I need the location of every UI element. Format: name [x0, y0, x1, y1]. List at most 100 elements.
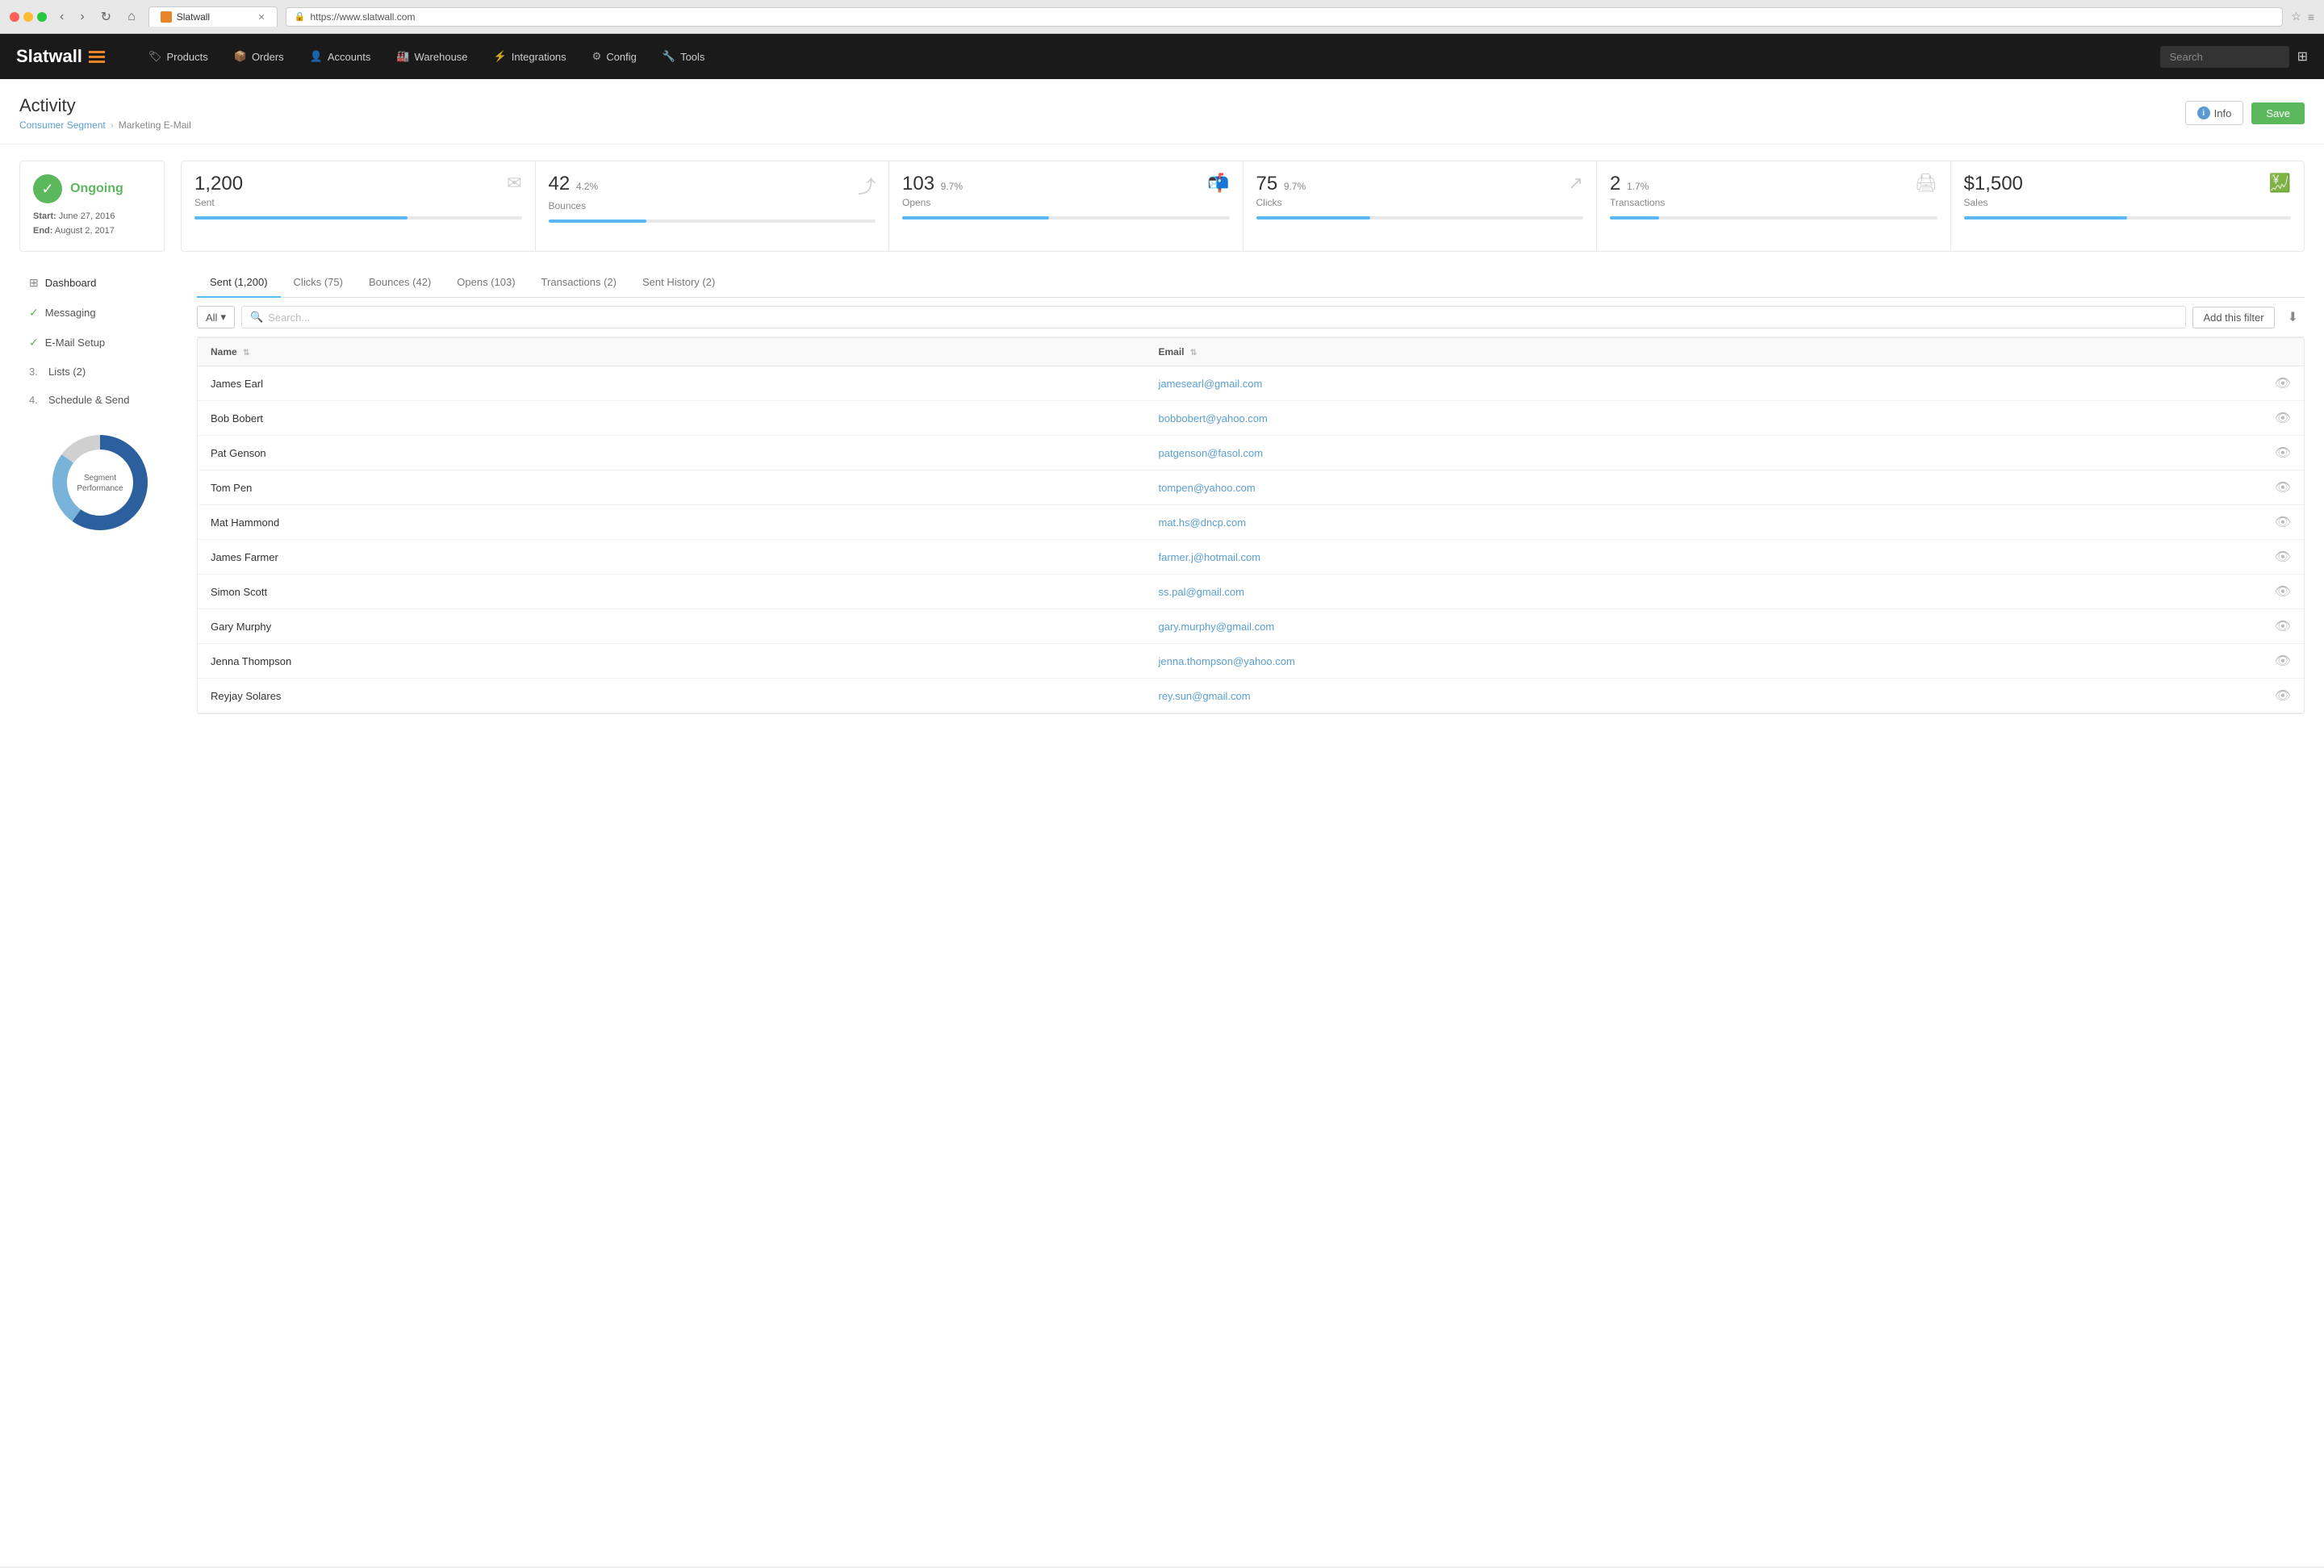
cell-name: James Farmer	[198, 540, 1146, 575]
lock-icon: 🔒	[295, 11, 306, 22]
metric-bounces-values: 42 4.2%	[549, 173, 599, 195]
cell-action[interactable]: 👁	[2093, 366, 2304, 401]
nav-orders-label: Orders	[252, 51, 284, 63]
breadcrumb-consumer-segment[interactable]: Consumer Segment	[19, 119, 106, 131]
nav-tools-label: Tools	[680, 51, 704, 63]
cell-email[interactable]: patgenson@fasol.com	[1146, 436, 2094, 470]
config-icon: ⚙	[592, 50, 602, 63]
sent-icon: ✉	[507, 173, 521, 194]
tab-bounces[interactable]: Bounces (42)	[356, 268, 444, 298]
metric-clicks-bar	[1256, 216, 1584, 220]
search-icon-small: 🔍	[250, 311, 263, 324]
integrations-icon: ⚡	[494, 50, 507, 63]
end-label: End:	[33, 226, 52, 236]
status-card: ✓ Ongoing Start: June 27, 2016 End: Augu…	[19, 161, 165, 252]
cell-email[interactable]: ss.pal@gmail.com	[1146, 575, 2094, 609]
sidebar-lists-label: Lists (2)	[48, 366, 86, 378]
page-title: Activity	[19, 95, 191, 116]
metric-bounces-label: Bounces	[549, 200, 876, 211]
close-dot[interactable]	[10, 12, 19, 22]
address-bar[interactable]: 🔒 https://www.slatwall.com	[286, 7, 2284, 27]
cell-action[interactable]: 👁	[2093, 644, 2304, 679]
browser-dots	[10, 12, 47, 22]
cell-email[interactable]: farmer.j@hotmail.com	[1146, 540, 2094, 575]
tab-opens[interactable]: Opens (103)	[444, 268, 528, 298]
nav-tools[interactable]: 🔧 Tools	[651, 45, 717, 68]
accounts-icon: 👤	[310, 50, 323, 63]
back-button[interactable]: ‹	[55, 8, 69, 26]
cell-email[interactable]: rey.sun@gmail.com	[1146, 679, 2094, 713]
tab-close-icon[interactable]: ✕	[258, 12, 265, 23]
info-button[interactable]: i Info	[2185, 101, 2244, 125]
tab-sent[interactable]: Sent (1,200)	[197, 268, 281, 298]
metric-clicks-values: 75 9.7%	[1256, 173, 1306, 195]
svg-text:Segment: Segment	[84, 474, 116, 483]
cell-action[interactable]: 👁	[2093, 470, 2304, 505]
cell-name: Simon Scott	[198, 575, 1146, 609]
lists-num: 3.	[29, 366, 42, 378]
info-icon: i	[2197, 107, 2210, 119]
cell-name: Bob Bobert	[198, 401, 1146, 436]
nav-warehouse[interactable]: 🏭 Warehouse	[385, 45, 479, 68]
sidebar-item-email-setup[interactable]: ✓ E-Mail Setup	[19, 328, 181, 358]
search-icon[interactable]: ⊞	[2297, 48, 2308, 65]
cell-action[interactable]: 👁	[2093, 401, 2304, 436]
sidebar-item-schedule[interactable]: 4. Schedule & Send	[19, 386, 181, 414]
tab-clicks[interactable]: Clicks (75)	[281, 268, 356, 298]
table-row: Bob Bobert bobbobert@yahoo.com 👁	[198, 401, 2304, 436]
orders-icon: 📦	[234, 50, 247, 63]
table-row: Gary Murphy gary.murphy@gmail.com 👁	[198, 609, 2304, 644]
cell-email[interactable]: bobbobert@yahoo.com	[1146, 401, 2094, 436]
forward-button[interactable]: ›	[75, 8, 89, 26]
refresh-button[interactable]: ↻	[96, 7, 116, 27]
metric-sent-bar	[194, 216, 522, 220]
bookmark-button[interactable]: ☆	[2291, 10, 2301, 23]
settings-button[interactable]: ≡	[2308, 10, 2314, 23]
nav-accounts[interactable]: 👤 Accounts	[299, 45, 382, 68]
col-header-name[interactable]: Name ⇅	[198, 338, 1146, 366]
metric-bounces-bar-fill	[549, 220, 647, 223]
add-filter-button[interactable]: Add this filter	[2192, 307, 2274, 328]
minimize-dot[interactable]	[23, 12, 33, 22]
cell-name: Reyjay Solares	[198, 679, 1146, 713]
cell-email[interactable]: jamesearl@gmail.com	[1146, 366, 2094, 401]
nav-config[interactable]: ⚙ Config	[581, 45, 648, 68]
cell-email[interactable]: gary.murphy@gmail.com	[1146, 609, 2094, 644]
cell-action[interactable]: 👁	[2093, 540, 2304, 575]
nav-integrations[interactable]: ⚡ Integrations	[483, 45, 578, 68]
filter-select[interactable]: All ▾	[197, 306, 235, 328]
nav-orders[interactable]: 📦 Orders	[223, 45, 295, 68]
cell-email[interactable]: jenna.thompson@yahoo.com	[1146, 644, 2094, 679]
cell-action[interactable]: 👁	[2093, 436, 2304, 470]
metric-sent: 1,200 ✉ Sent	[182, 161, 536, 251]
sidebar-item-messaging[interactable]: ✓ Messaging	[19, 298, 181, 328]
tab-sent-history[interactable]: Sent History (2)	[629, 268, 728, 298]
save-button[interactable]: Save	[2251, 102, 2305, 124]
start-label: Start:	[33, 211, 56, 221]
cell-action[interactable]: 👁	[2093, 505, 2304, 540]
cell-email[interactable]: tompen@yahoo.com	[1146, 470, 2094, 505]
col-header-email[interactable]: Email ⇅	[1146, 338, 2094, 366]
dashboard-icon: ⊞	[29, 276, 39, 290]
maximize-dot[interactable]	[37, 12, 47, 22]
table-row: James Farmer farmer.j@hotmail.com 👁	[198, 540, 2304, 575]
sidebar-item-lists[interactable]: 3. Lists (2)	[19, 358, 181, 386]
download-button[interactable]: ⬇	[2281, 306, 2305, 328]
status-dates: Start: June 27, 2016 End: August 2, 2017	[33, 210, 151, 238]
cell-name: Gary Murphy	[198, 609, 1146, 644]
metric-sent-label: Sent	[194, 197, 522, 208]
table-row: James Earl jamesearl@gmail.com 👁	[198, 366, 2304, 401]
breadcrumb-separator: ›	[111, 119, 114, 131]
cell-action[interactable]: 👁	[2093, 679, 2304, 713]
metric-opens-top: 103 9.7% 📬	[902, 173, 1230, 195]
filter-search-input[interactable]	[268, 312, 2177, 324]
sidebar-item-dashboard[interactable]: ⊞ Dashboard	[19, 268, 181, 298]
home-button[interactable]: ⌂	[123, 8, 140, 26]
cell-email[interactable]: mat.hs@dncp.com	[1146, 505, 2094, 540]
nav-products[interactable]: 🏷 Products	[137, 45, 219, 68]
cell-action[interactable]: 👁	[2093, 609, 2304, 644]
browser-tab[interactable]: Slatwall ✕	[148, 6, 278, 27]
tab-transactions[interactable]: Transactions (2)	[529, 268, 629, 298]
search-input[interactable]	[2160, 46, 2289, 68]
cell-action[interactable]: 👁	[2093, 575, 2304, 609]
